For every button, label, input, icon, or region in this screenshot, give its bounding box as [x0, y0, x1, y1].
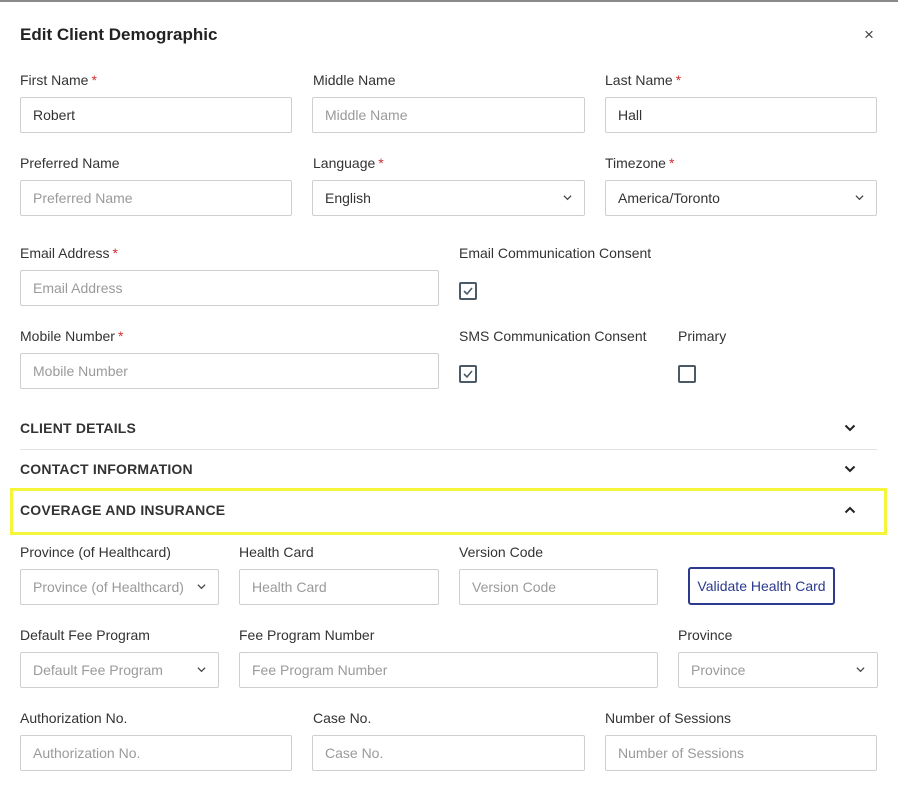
- chevron-down-icon: [855, 195, 864, 201]
- last-name-label: Last Name *: [605, 72, 682, 88]
- preferred-name-label: Preferred Name: [20, 155, 120, 171]
- case-no-label: Case No.: [313, 710, 372, 726]
- authorization-no-label: Authorization No.: [20, 710, 128, 726]
- province-label: Province: [678, 627, 733, 643]
- email-label: Email Address *: [20, 245, 118, 261]
- mobile-input[interactable]: Mobile Number: [20, 353, 439, 389]
- chevron-up-icon: [844, 506, 856, 514]
- number-of-sessions-label: Number of Sessions: [605, 710, 732, 726]
- timezone-select[interactable]: America/Toronto: [605, 180, 877, 216]
- last-name-input[interactable]: Hall: [605, 97, 877, 133]
- chevron-down-icon: [197, 584, 206, 590]
- authorization-no-input[interactable]: Authorization No.: [20, 735, 292, 771]
- fee-program-number-input[interactable]: Fee Program Number: [239, 652, 658, 688]
- preferred-name-input[interactable]: Preferred Name: [20, 180, 292, 216]
- close-icon[interactable]: ×: [864, 26, 874, 44]
- middle-name-input[interactable]: Middle Name: [312, 97, 585, 133]
- language-label: Language *: [313, 155, 384, 171]
- window-top-border: [0, 0, 898, 2]
- section-title: CONTACT INFORMATION: [20, 461, 193, 477]
- section-title: COVERAGE AND INSURANCE: [20, 502, 226, 518]
- section-client-details[interactable]: CLIENT DETAILS: [20, 408, 870, 448]
- version-code-label: Version Code: [459, 544, 544, 560]
- dialog-title: Edit Client Demographic: [20, 25, 218, 44]
- language-select[interactable]: English: [312, 180, 585, 216]
- province-select[interactable]: Province: [678, 652, 878, 688]
- default-fee-program-select[interactable]: Default Fee Program: [20, 652, 219, 688]
- primary-checkbox[interactable]: [678, 365, 696, 383]
- case-no-input[interactable]: Case No.: [312, 735, 585, 771]
- version-code-input[interactable]: Version Code: [459, 569, 658, 605]
- email-input[interactable]: Email Address: [20, 270, 439, 306]
- province-healthcard-select[interactable]: Province (of Healthcard): [20, 569, 219, 605]
- check-icon: [463, 370, 473, 379]
- sms-consent-checkbox[interactable]: [459, 365, 477, 383]
- health-card-label: Health Card: [239, 544, 314, 560]
- mobile-label: Mobile Number *: [20, 328, 124, 344]
- email-consent-checkbox[interactable]: [459, 282, 477, 300]
- sms-consent-label: SMS Communication Consent: [459, 328, 647, 344]
- middle-name-label: Middle Name: [313, 72, 396, 88]
- number-of-sessions-input[interactable]: Number of Sessions: [605, 735, 877, 771]
- province-healthcard-label: Province (of Healthcard): [20, 544, 171, 560]
- section-title: CLIENT DETAILS: [20, 420, 137, 436]
- section-contact-information[interactable]: CONTACT INFORMATION: [20, 449, 870, 489]
- chevron-down-icon: [197, 667, 206, 673]
- chevron-down-icon: [856, 667, 865, 673]
- email-consent-label: Email Communication Consent: [459, 245, 652, 261]
- first-name-input[interactable]: Robert: [20, 97, 292, 133]
- default-fee-program-label: Default Fee Program: [20, 627, 150, 643]
- section-coverage-and-insurance[interactable]: COVERAGE AND INSURANCE: [20, 490, 870, 530]
- fee-program-number-label: Fee Program Number: [239, 627, 375, 643]
- chevron-down-icon: [844, 424, 856, 432]
- health-card-input[interactable]: Health Card: [239, 569, 439, 605]
- chevron-down-icon: [563, 195, 572, 201]
- chevron-down-icon: [844, 465, 856, 473]
- timezone-label: Timezone *: [605, 155, 675, 171]
- check-icon: [463, 287, 473, 296]
- primary-label: Primary: [678, 328, 727, 344]
- validate-health-card-button[interactable]: Validate Health Card: [688, 567, 835, 605]
- first-name-label: First Name *: [20, 72, 97, 88]
